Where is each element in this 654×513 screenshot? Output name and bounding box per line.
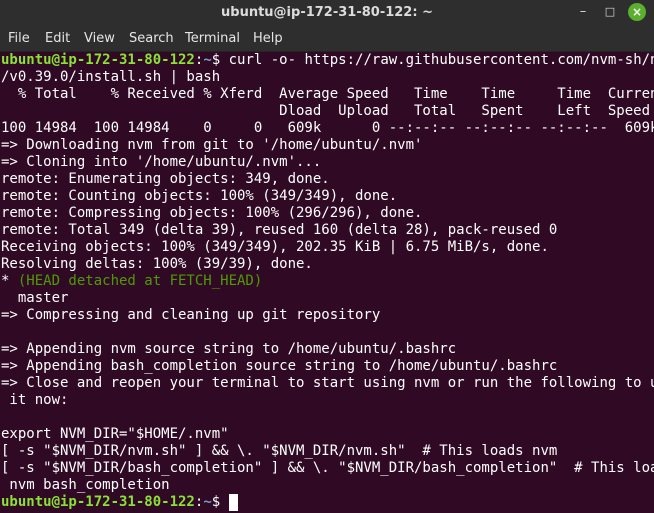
curl-progress: 100 14984 100 14984 0 0 609k 0 --:--:-- … [1,120,654,136]
prompt-symbol: $ [211,494,229,510]
curl-header-2: Dload Upload Total Spent Left Speed [1,103,651,119]
output-line: => Cloning into '/home/ubuntu/.nvm'... [1,154,322,170]
menu-search[interactable]: Search [129,31,174,46]
terminal-window: ubuntu@ip-172-31-80-122: ~ – □ × File Ed… [0,0,654,513]
prompt-symbol: $ [211,52,229,68]
output-line: export NVM_DIR="$HOME/.nvm" [1,426,229,442]
output-line: remote: Counting objects: 100% (349/349)… [1,188,398,204]
output-line: => Appending bash_completion source stri… [1,358,558,374]
curl-header-1: % Total % Received % Xferd Average Speed… [1,86,654,102]
branch-star: * [1,273,18,289]
text-cursor [228,494,238,511]
menu-file[interactable]: File [8,31,30,46]
output-line: [ -s "$NVM_DIR/nvm.sh" ] && \. "$NVM_DIR… [1,443,558,459]
output-line: => Close and reopen your terminal to sta… [1,375,654,391]
menu-bar: File Edit View Search Terminal Help [0,26,654,52]
output-line: it now: [1,392,69,408]
command-text: curl -o- https://raw.githubusercontent.c… [228,52,654,68]
menu-terminal[interactable]: Terminal [185,31,240,46]
prompt-user-host: ubuntu@ip-172-31-80-122 [1,494,195,510]
minimize-icon[interactable]: – [574,3,592,21]
title-bar[interactable]: ubuntu@ip-172-31-80-122: ~ – □ × [0,0,654,26]
output-line: Resolving deltas: 100% (39/39), done. [1,256,313,272]
close-icon[interactable]: × [628,3,646,21]
output-line: Receiving objects: 100% (349/349), 202.3… [1,239,549,255]
output-line: => Compressing and cleaning up git repos… [1,307,381,323]
output-line: remote: Enumerating objects: 349, done. [1,171,330,187]
maximize-icon[interactable]: □ [601,3,619,21]
window-title: ubuntu@ip-172-31-80-122: ~ [221,5,433,20]
menu-help[interactable]: Help [253,31,283,46]
output-line: [ -s "$NVM_DIR/bash_completion" ] && \. … [1,460,654,476]
branch-master: master [1,290,69,306]
current-prompt-line[interactable]: ubuntu@ip-172-31-80-122:~$ [1,494,238,511]
terminal-output[interactable]: ubuntu@ip-172-31-80-122:~$ curl -o- http… [0,52,654,513]
menu-view[interactable]: View [84,31,115,46]
head-detached-text: (HEAD detached at FETCH_HEAD) [17,273,263,289]
output-line: nvm bash_completion [1,477,170,493]
menu-edit[interactable]: Edit [45,31,70,46]
command-wrap: /v0.39.0/install.sh | bash [1,69,221,85]
output-line: remote: Total 349 (delta 39), reused 160… [1,222,558,238]
head-detached-line: * (HEAD detached at FETCH_HEAD) [1,273,262,290]
command-line: ubuntu@ip-172-31-80-122:~$ curl -o- http… [1,52,654,69]
output-line: remote: Compressing objects: 100% (296/2… [1,205,423,221]
prompt-path: ~ [203,52,212,68]
output-line: => Appending nvm source string to /home/… [1,341,457,357]
prompt-user-host: ubuntu@ip-172-31-80-122 [1,52,195,68]
prompt-path: ~ [203,494,212,510]
output-line: => Downloading nvm from git to '/home/ub… [1,137,423,153]
